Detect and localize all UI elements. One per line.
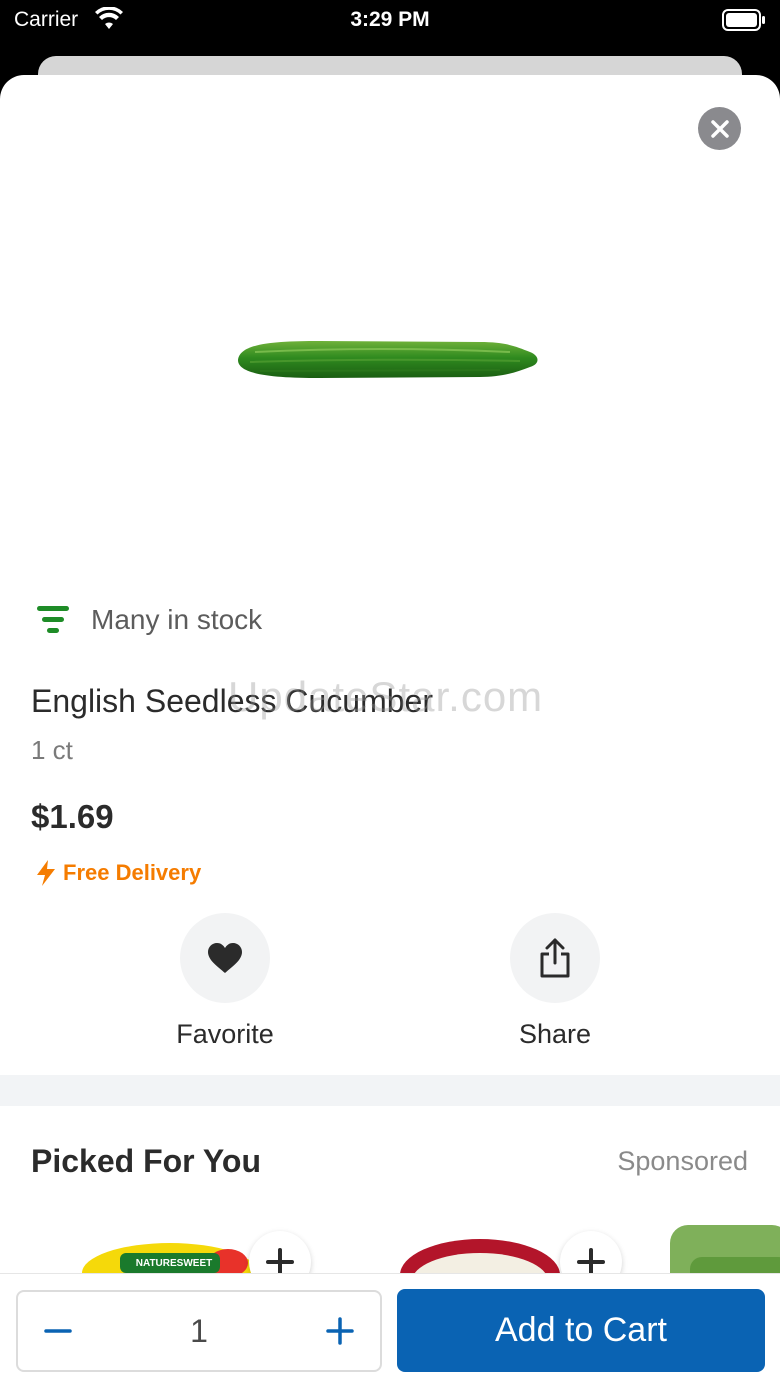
product-count: 1 ct [31,735,73,765]
stock-label: Many in stock [91,604,263,635]
stock-icon [37,606,69,633]
increase-quantity-button[interactable] [322,1313,358,1349]
decrease-quantity-button[interactable] [40,1313,76,1349]
status-bar: Carrier 3:29 PM [0,0,780,56]
favorite-button[interactable]: Favorite [145,913,305,1050]
share-icon [540,938,570,978]
plus-icon [326,1317,354,1345]
share-label: Share [518,1019,592,1049]
quantity-stepper: 1 [16,1290,382,1372]
add-to-cart-button[interactable]: Add to Cart [397,1289,765,1372]
quantity-value: 1 [190,1312,208,1349]
battery-icon [722,9,766,36]
sponsored-label: Sponsored [617,1146,748,1176]
close-button[interactable] [698,107,741,150]
product-image [230,330,542,390]
heart-icon [208,943,242,973]
section-title: Picked For You [31,1143,261,1179]
clock: 3:29 PM [350,8,430,31]
minus-icon [44,1329,72,1333]
stock-status: Many in stock [35,603,262,637]
delivery-badge: Free Delivery [35,859,201,887]
section-divider [0,1075,780,1106]
product-detail-sheet: Many in stock English Seedless Cucumber … [0,75,780,1387]
delivery-label: Free Delivery [63,860,202,885]
watermark: UpdateStar.com [228,673,544,720]
lightning-icon [37,860,55,886]
close-icon [710,119,729,138]
product-thumbnail-brand: NATURESWEET [135,1258,213,1269]
favorite-label: Favorite [176,1019,274,1049]
product-price: $1.69 [31,798,114,835]
share-button[interactable]: Share [475,913,635,1050]
add-to-cart-bar: 1 Add to Cart [0,1273,780,1387]
